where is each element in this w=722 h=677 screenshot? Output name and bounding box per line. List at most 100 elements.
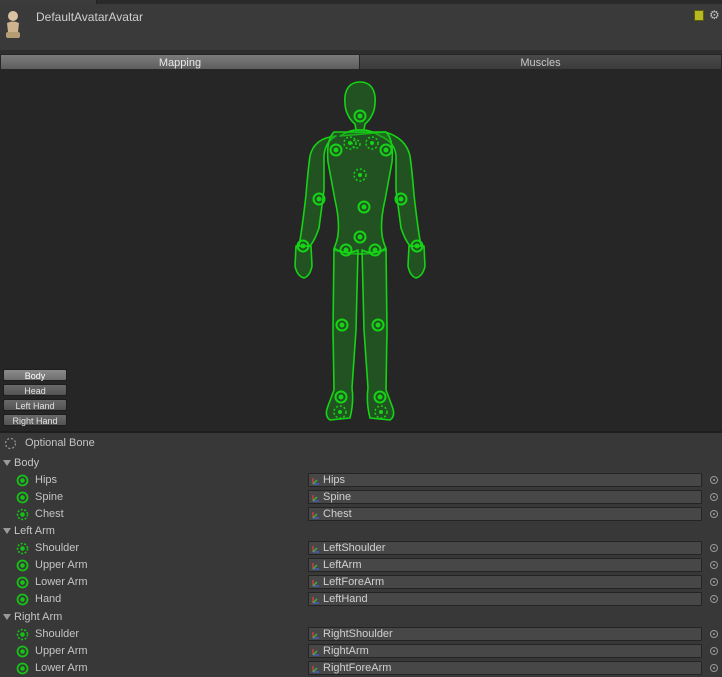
bone-row-right-lower-arm: Lower Arm RightForeArm	[0, 660, 722, 677]
object-picker-icon[interactable]	[710, 630, 718, 638]
bone-row-left-lower-arm: Lower Arm LeftForeArm	[0, 574, 722, 591]
group-body[interactable]: Body	[0, 455, 722, 472]
transform-icon	[312, 546, 319, 553]
avatar-figure	[294, 81, 426, 421]
bone-optional-icon	[16, 542, 29, 555]
group-label: Right Arm	[14, 611, 63, 623]
gear-icon[interactable]: ⚙	[709, 8, 720, 22]
bone-label: Lower Arm	[35, 662, 88, 674]
object-picker-icon[interactable]	[710, 664, 718, 672]
transform-field[interactable]: RightShoulder	[308, 627, 702, 641]
transform-icon	[312, 478, 319, 485]
bone-label: Upper Arm	[35, 559, 88, 571]
object-picker-icon[interactable]	[710, 493, 718, 501]
transform-icon	[312, 597, 319, 604]
bone-row-left-hand: Hand LeftHand	[0, 591, 722, 608]
body-part-body-button[interactable]: Body	[3, 369, 67, 381]
bone-status-icon	[16, 559, 29, 572]
transform-field[interactable]: RightForeArm	[308, 661, 702, 675]
transform-value: LeftShoulder	[323, 542, 386, 554]
object-picker-icon[interactable]	[710, 647, 718, 655]
object-picker-icon[interactable]	[710, 510, 718, 518]
right-leg-shape	[361, 247, 395, 421]
bone-status-icon	[16, 662, 29, 675]
bone-label: Chest	[35, 508, 64, 520]
object-picker-icon[interactable]	[710, 578, 718, 586]
optional-bone-legend: Optional Bone	[0, 435, 722, 452]
transform-icon	[312, 495, 319, 502]
bone-status-icon	[16, 491, 29, 504]
bone-label: Lower Arm	[35, 576, 88, 588]
bone-status-icon	[16, 576, 29, 589]
transform-value: LeftArm	[323, 559, 362, 571]
group-left-arm[interactable]: Left Arm	[0, 523, 722, 540]
bone-row-hips: Hips Hips	[0, 472, 722, 489]
head-shape	[344, 81, 376, 131]
transform-icon	[312, 580, 319, 587]
group-label: Left Arm	[14, 525, 55, 537]
transform-value: RightForeArm	[323, 662, 392, 674]
left-leg-shape	[325, 247, 359, 421]
bone-row-right-upper-arm: Upper Arm RightArm	[0, 643, 722, 660]
transform-field[interactable]: Spine	[308, 490, 702, 504]
bone-mapping-list: Optional Bone Body Hips Hips Spine Spine…	[0, 433, 722, 676]
tab-muscles[interactable]: Muscles	[360, 54, 722, 70]
bone-row-spine: Spine Spine	[0, 489, 722, 506]
bone-optional-icon	[16, 628, 29, 641]
bone-row-left-shoulder: Shoulder LeftShoulder	[0, 540, 722, 557]
transform-icon	[312, 649, 319, 656]
foldout-arrow-icon[interactable]	[3, 460, 11, 466]
transform-field[interactable]: RightArm	[308, 644, 702, 658]
bone-status-icon	[16, 474, 29, 487]
bone-row-chest: Chest Chest	[0, 506, 722, 523]
avatar-mapping-view: Body Head Left Hand Right Hand	[0, 70, 722, 431]
bone-status-icon	[16, 593, 29, 606]
object-picker-icon[interactable]	[710, 561, 718, 569]
bone-label: Spine	[35, 491, 64, 503]
group-label: Body	[14, 457, 40, 469]
foldout-arrow-icon[interactable]	[3, 614, 11, 620]
bone-row-left-upper-arm: Upper Arm LeftArm	[0, 557, 722, 574]
optional-bone-label: Optional Bone	[25, 437, 95, 449]
transform-field[interactable]: LeftForeArm	[308, 575, 702, 589]
transform-field[interactable]: LeftHand	[308, 592, 702, 606]
bone-label: Hand	[35, 593, 62, 605]
bone-label: Shoulder	[35, 628, 80, 640]
body-part-head-button[interactable]: Head	[3, 384, 67, 396]
bone-row-right-shoulder: Shoulder RightShoulder	[0, 626, 722, 643]
object-picker-icon[interactable]	[710, 595, 718, 603]
body-part-right-hand-button[interactable]: Right Hand	[3, 414, 67, 426]
inspector-header: DefaultAvatarAvatar ⚙	[0, 4, 722, 50]
avatar-title: DefaultAvatarAvatar	[36, 10, 143, 24]
transform-value: Hips	[323, 474, 346, 486]
transform-field[interactable]: LeftShoulder	[308, 541, 702, 555]
transform-icon	[312, 632, 319, 639]
bone-status-icon	[16, 645, 29, 658]
body-part-left-hand-button[interactable]: Left Hand	[3, 399, 67, 411]
transform-value: RightShoulder	[323, 628, 393, 640]
transform-value: RightArm	[323, 645, 369, 657]
avatar-icon	[6, 11, 20, 38]
foldout-arrow-icon[interactable]	[3, 528, 11, 534]
bone-label: Hips	[35, 474, 58, 486]
object-picker-icon[interactable]	[710, 476, 718, 484]
avatar-tabs: Mapping Muscles	[0, 54, 722, 70]
bone-label: Shoulder	[35, 542, 80, 554]
transform-field[interactable]: Chest	[308, 507, 702, 521]
transform-value: Chest	[323, 508, 352, 520]
tab-mapping[interactable]: Mapping	[0, 54, 360, 70]
group-right-arm[interactable]: Right Arm	[0, 609, 722, 626]
transform-icon	[312, 666, 319, 673]
transform-icon	[312, 563, 319, 570]
help-icon[interactable]	[694, 10, 704, 21]
bone-optional-icon	[16, 508, 29, 521]
transform-value: LeftHand	[323, 593, 368, 605]
object-picker-icon[interactable]	[710, 544, 718, 552]
transform-field[interactable]: LeftArm	[308, 558, 702, 572]
transform-field[interactable]: Hips	[308, 473, 702, 487]
bone-label: Upper Arm	[35, 645, 88, 657]
transform-value: LeftForeArm	[323, 576, 385, 588]
transform-value: Spine	[323, 491, 352, 503]
optional-bone-icon	[4, 437, 17, 450]
transform-icon	[312, 512, 319, 519]
